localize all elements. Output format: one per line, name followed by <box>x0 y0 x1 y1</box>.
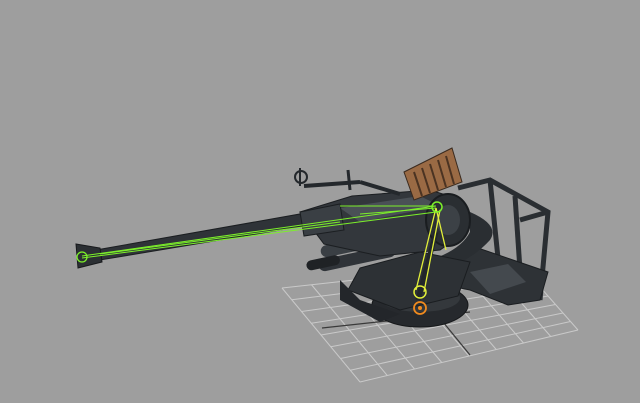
gun-barrel <box>75 203 345 269</box>
ammo-magazine <box>403 147 463 201</box>
gun-sight <box>294 168 401 196</box>
anti-aircraft-gun-model[interactable] <box>75 147 551 328</box>
grid-line <box>350 321 571 371</box>
viewport-canvas[interactable] <box>0 0 640 403</box>
grid-line <box>359 329 579 383</box>
3d-viewport[interactable] <box>0 0 640 403</box>
